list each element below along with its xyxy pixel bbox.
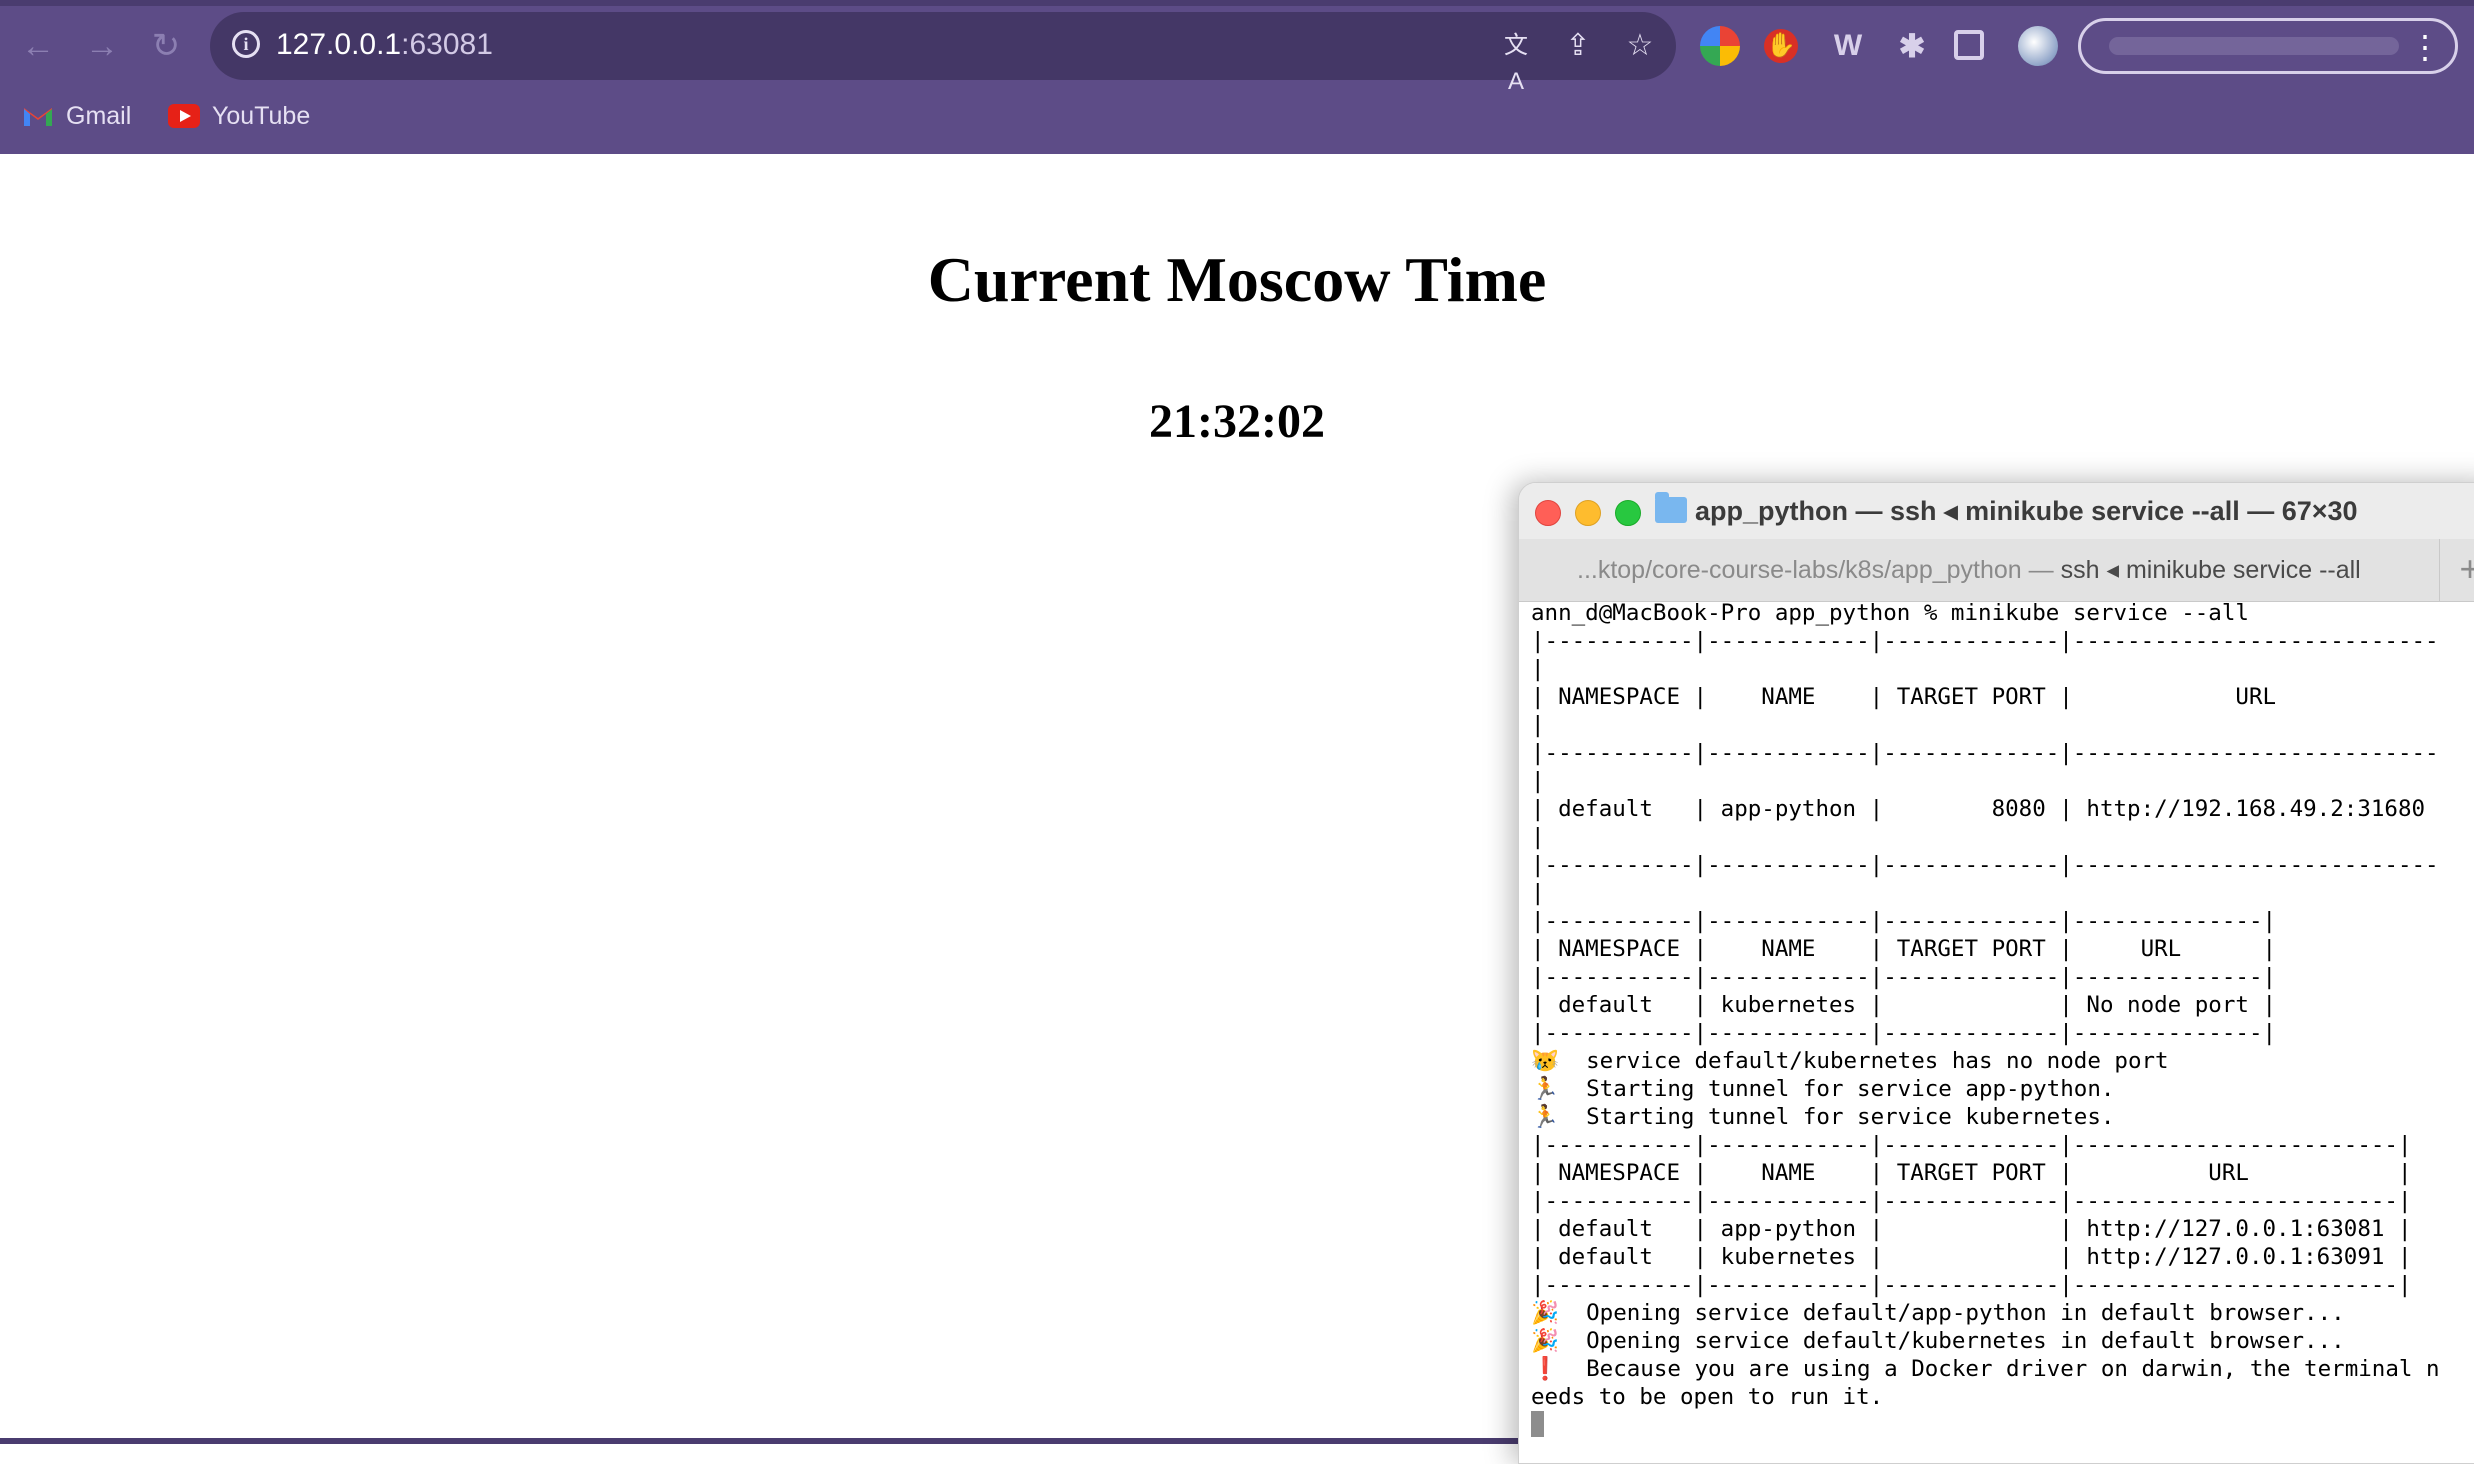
terminal-line: | NAMESPACE | NAME | TARGET PORT | URL xyxy=(1531,684,2277,710)
terminal-line: |-----------|------------|-------------|… xyxy=(1531,1188,2412,1214)
terminal-line: ann_d@MacBook-Pro app_python % minikube … xyxy=(1531,600,2249,626)
terminal-line: | xyxy=(1531,768,1545,794)
folder-icon xyxy=(1655,492,1687,523)
terminal-line: |-----------|------------|-------------|… xyxy=(1531,1272,2412,1298)
terminal-line: | default | app-python | | http://127.0.… xyxy=(1531,1216,2412,1242)
terminal-line: eeds to be open to run it. xyxy=(1531,1384,1884,1410)
terminal-line: | NAMESPACE | NAME | TARGET PORT | URL | xyxy=(1531,1160,2412,1186)
terminal-line: 😿 service default/kubernetes has no node… xyxy=(1531,1048,2169,1074)
side-panel-icon[interactable] xyxy=(1954,30,1984,60)
terminal-line: 🎉 Opening service default/app-python in … xyxy=(1531,1300,2345,1326)
minimize-window-button[interactable] xyxy=(1575,500,1601,526)
bookmark-gmail[interactable]: Gmail xyxy=(22,98,131,134)
share-icon[interactable]: ⇪ xyxy=(1560,28,1596,64)
terminal-line: |-----------|------------|-------------|… xyxy=(1531,908,2277,934)
terminal-line: | default | kubernetes | | No node port … xyxy=(1531,992,2277,1018)
bookmark-label: YouTube xyxy=(212,101,311,130)
terminal-line: | xyxy=(1531,712,1545,738)
profile-name-blurred xyxy=(2109,37,2399,55)
terminal-tab-bar: ...ktop/core-course-labs/k8s/app_python … xyxy=(1519,539,2474,602)
terminal-title: app_python — ssh ◂ minikube service --al… xyxy=(1695,496,2358,526)
profile-menu-pill[interactable]: ⋮ xyxy=(2078,18,2458,74)
terminal-line: 🏃 Starting tunnel for service kubernetes… xyxy=(1531,1104,2115,1130)
forward-arrow-icon[interactable]: → xyxy=(84,28,120,64)
youtube-icon xyxy=(168,104,200,128)
terminal-line: 🎉 Opening service default/kubernetes in … xyxy=(1531,1328,2345,1354)
terminal-line: |-----------|------------|-------------|… xyxy=(1531,964,2277,990)
tab-strip-edge xyxy=(0,0,2474,6)
terminal-line: | xyxy=(1531,824,1545,850)
terminal-window[interactable]: app_python — ssh ◂ minikube service --al… xyxy=(1518,482,2474,1464)
terminal-cursor xyxy=(1531,1411,1544,1437)
google-extension-icon[interactable] xyxy=(1700,26,1740,66)
gmail-icon xyxy=(24,108,52,126)
site-info-icon[interactable]: i xyxy=(232,30,260,58)
puzzle-extensions-icon[interactable]: ✱ xyxy=(1892,26,1932,66)
tab-path: ...ktop/core-course-labs/k8s/app_python … xyxy=(1577,556,2061,584)
back-arrow-icon[interactable]: ← xyxy=(20,28,56,64)
moscow-time-value: 21:32:02 xyxy=(1149,395,1325,448)
terminal-line: | xyxy=(1531,656,1545,682)
terminal-tab[interactable]: ...ktop/core-course-labs/k8s/app_python … xyxy=(1519,539,2439,601)
reload-icon[interactable]: ↻ xyxy=(148,28,184,64)
terminal-line: | default | app-python | 8080 | http://1… xyxy=(1531,796,2426,822)
url-text[interactable]: 127.0.0.1:63081 xyxy=(276,26,493,64)
adblock-hand-icon[interactable]: ✋ xyxy=(1764,29,1798,63)
terminal-line: ❗ Because you are using a Docker driver … xyxy=(1531,1356,2440,1382)
terminal-line: | xyxy=(1531,880,1545,906)
terminal-titlebar[interactable]: app_python — ssh ◂ minikube service --al… xyxy=(1519,483,2474,540)
terminal-line: |-----------|------------|-------------|… xyxy=(1531,852,2439,878)
terminal-line: | default | kubernetes | | http://127.0.… xyxy=(1531,1244,2412,1270)
address-bar[interactable]: i 127.0.0.1:63081 文A ⇪ ☆ xyxy=(210,12,1676,95)
close-window-button[interactable] xyxy=(1535,500,1561,526)
terminal-prompt-line[interactable] xyxy=(1531,1411,2474,1439)
terminal-line: | NAMESPACE | NAME | TARGET PORT | URL | xyxy=(1531,936,2277,962)
kebab-menu-icon[interactable]: ⋮ xyxy=(2409,27,2441,67)
terminal-line: 🏃 Starting tunnel for service app-python… xyxy=(1531,1076,2115,1102)
terminal-line: |-----------|------------|-------------|… xyxy=(1531,1132,2412,1158)
browser-frame: ← → ↻ i 127.0.0.1:63081 文A ⇪ ☆ ✋ W ✱ ⋮ G… xyxy=(0,0,2474,154)
terminal-line: |-----------|------------|-------------|… xyxy=(1531,1020,2277,1046)
profile-avatar[interactable] xyxy=(2018,26,2058,66)
terminal-line: |-----------|------------|-------------|… xyxy=(1531,740,2439,766)
url-host: 127.0.0.1 xyxy=(276,28,402,61)
zoom-window-button[interactable] xyxy=(1615,500,1641,526)
terminal-line: |-----------|------------|-------------|… xyxy=(1531,628,2439,654)
tab-command: ssh ◂ minikube service --all xyxy=(2060,556,2361,584)
page-title: Current Moscow Time xyxy=(927,244,1547,315)
url-port: :63081 xyxy=(401,28,493,61)
new-tab-button[interactable]: + xyxy=(2439,539,2474,601)
bookmark-youtube[interactable]: YouTube xyxy=(168,98,310,134)
w-extension-icon[interactable]: W xyxy=(1828,26,1868,66)
terminal-output[interactable]: ann_d@MacBook-Pro app_python % minikube … xyxy=(1531,599,2474,1463)
bookmark-star-icon[interactable]: ☆ xyxy=(1622,28,1658,64)
bookmark-label: Gmail xyxy=(66,101,132,130)
translate-icon[interactable]: 文A xyxy=(1498,28,1534,95)
terminal-tab-label: ...ktop/core-course-labs/k8s/app_python … xyxy=(1577,553,2361,587)
